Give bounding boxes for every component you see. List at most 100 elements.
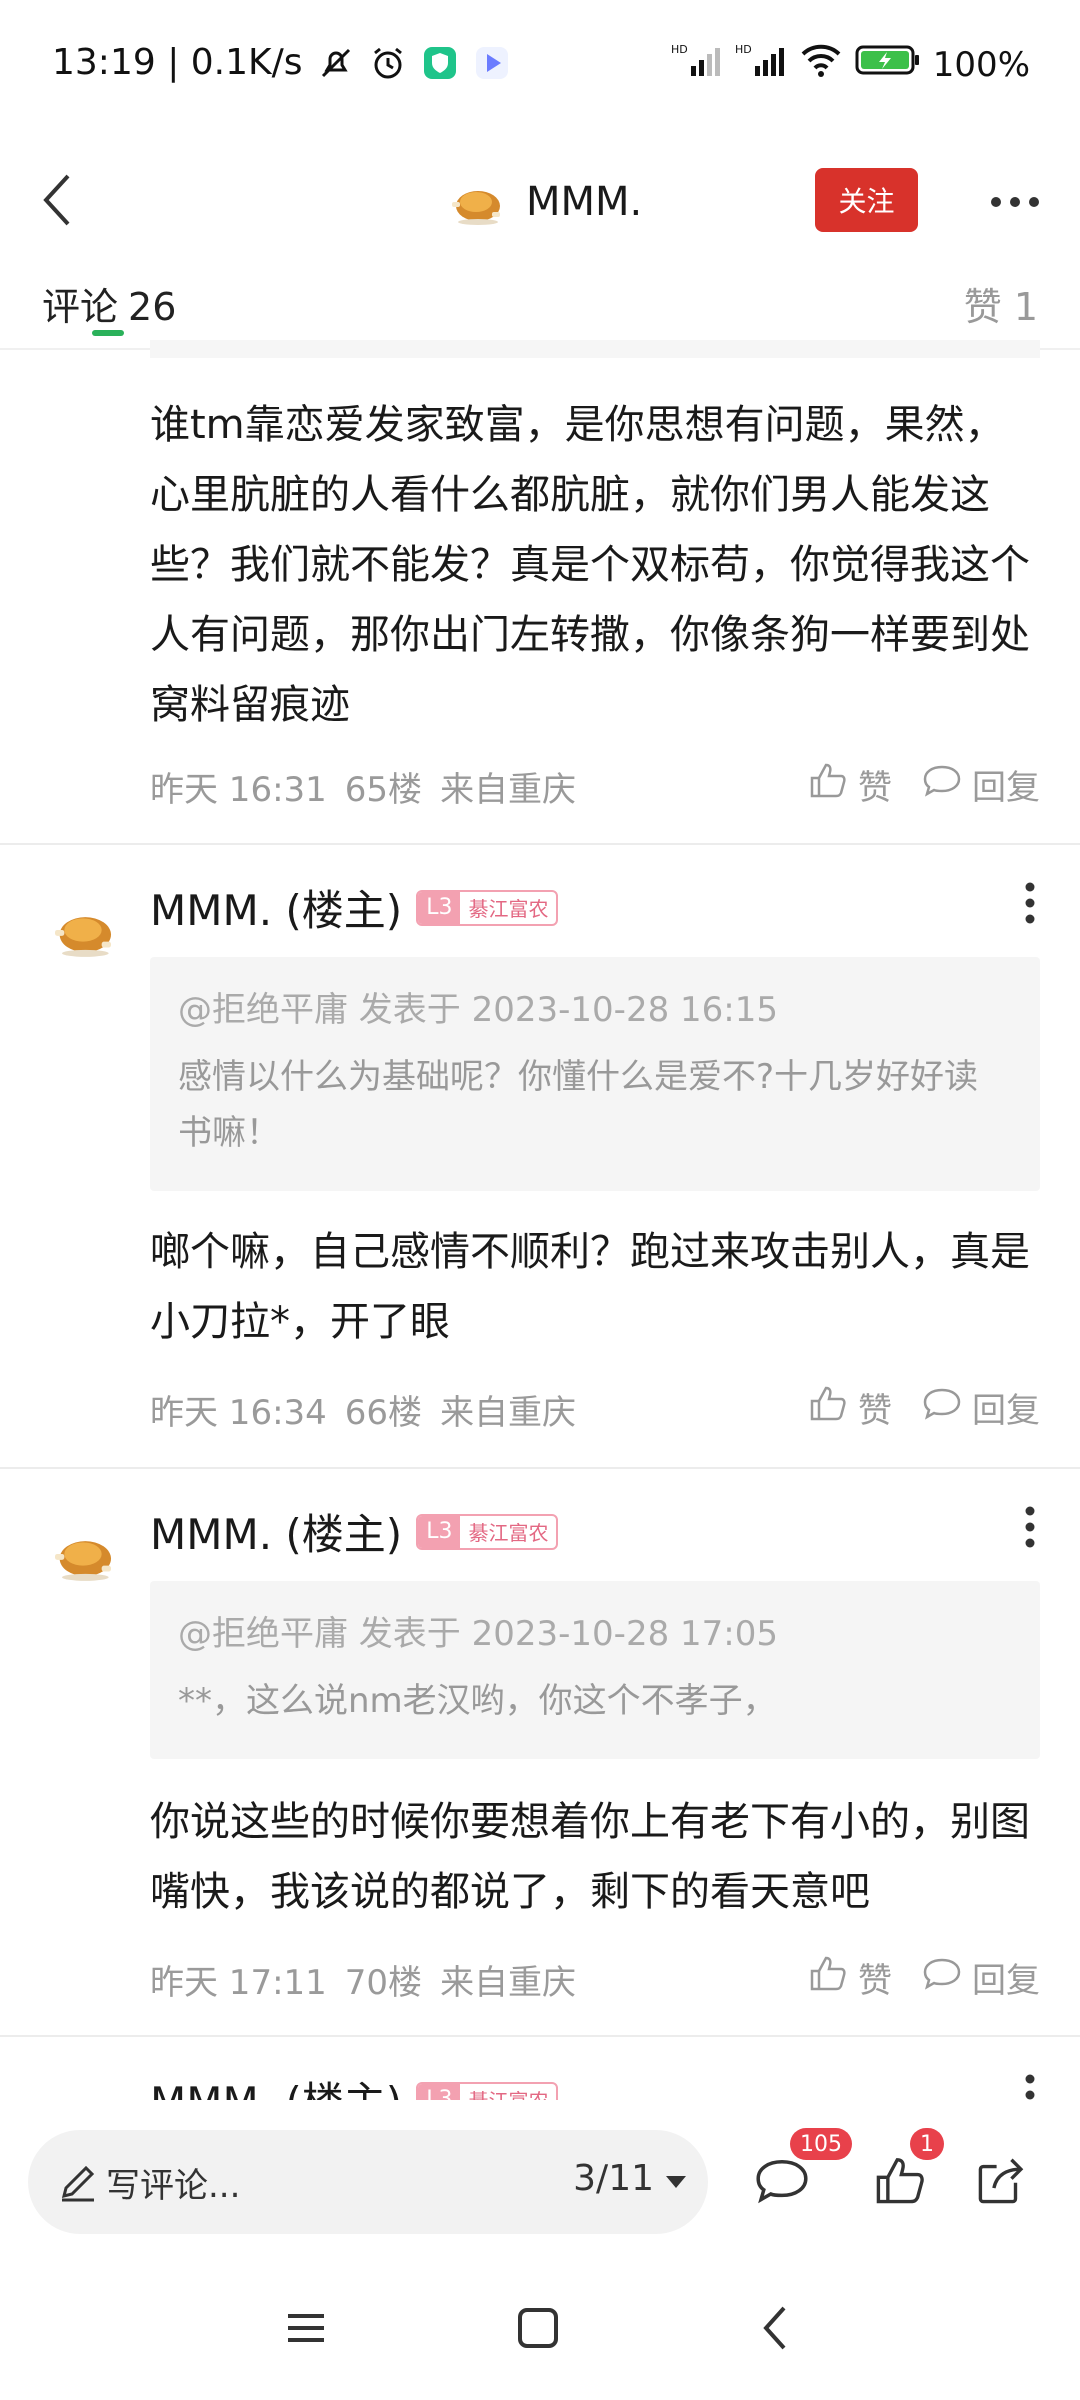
comments-button[interactable]: 105	[750, 2128, 852, 2214]
system-nav-bar	[0, 2260, 1080, 2400]
status-right: HD HD 100%	[671, 42, 1030, 87]
quote-meta: @拒绝平庸 发表于 2023-10-28 16:15	[178, 990, 778, 1030]
page-selector[interactable]: 3/11	[573, 2158, 688, 2199]
comment-more-button[interactable]	[1010, 2067, 1050, 2100]
commenter-name[interactable]: MMM. (楼主)	[150, 877, 402, 938]
share-icon	[975, 2153, 1029, 2211]
comment-time: 昨天 17:11	[150, 1963, 327, 2003]
more-options-button[interactable]	[980, 162, 1050, 242]
reply-button[interactable]: 回复	[922, 1383, 1040, 1432]
status-left: 13:19 | 0.1K/s	[52, 42, 511, 83]
like-post-button[interactable]: 1	[868, 2128, 944, 2214]
quote-meta: @拒绝平庸 发表于 2023-10-28 17:05	[178, 1614, 778, 1654]
avatar[interactable]	[48, 2087, 118, 2100]
comment-header: MMM. (楼主) L3 綦江富农	[150, 877, 559, 938]
comment-item: MMM. (楼主) L3 綦江富农 @拒绝平庸 发表于 2023-10-28 1…	[0, 845, 1080, 1465]
battery-percent: 100%	[932, 44, 1030, 85]
signal-2-icon: HD	[735, 42, 787, 87]
commenter-name[interactable]: MMM. (楼主)	[150, 1501, 402, 1562]
reply-label: 回复	[972, 768, 1040, 808]
comment-floor: 66楼	[344, 1393, 423, 1433]
commenter-name[interactable]: MMM. (楼主)	[150, 2069, 402, 2100]
reply-label: 回复	[972, 1391, 1040, 1431]
level-number: L3	[418, 1515, 461, 1548]
comment-body: 啷个嘛，自己感情不顺利？跑过来攻击别人，真是小刀拉*，开了眼	[150, 1229, 1030, 1345]
reply-label: 回复	[972, 1961, 1040, 2001]
comment-bubble-icon	[754, 2152, 810, 2212]
avatar[interactable]	[48, 1519, 118, 1589]
thumbs-up-icon	[808, 1953, 848, 2002]
thumbs-up-icon	[808, 760, 848, 809]
page-indicator: 3/11	[573, 2158, 654, 2199]
thumbs-up-icon	[873, 2153, 927, 2211]
system-back-button[interactable]	[734, 2290, 814, 2370]
comment-meta: 昨天 16:31 65楼 来自重庆	[150, 762, 576, 811]
like-button[interactable]: 赞	[808, 1383, 892, 1432]
shield-app-icon	[421, 44, 459, 82]
more-horizontal-icon	[990, 193, 1040, 212]
tab-bar: 评论 26 赞 1	[0, 272, 1080, 350]
comment-location: 来自重庆	[440, 1393, 577, 1433]
svg-text:HD: HD	[671, 43, 688, 56]
like-button[interactable]: 赞	[808, 760, 892, 809]
avatar[interactable]	[48, 895, 118, 965]
author-info[interactable]: MMM.	[446, 142, 642, 262]
level-badge: L3 綦江富农	[416, 1513, 559, 1550]
comment-count-badge: 105	[790, 2128, 852, 2160]
quoted-comment[interactable]: @拒绝平庸 发表于 2023-10-28 17:05 **，这么说nm老汉哟，你…	[150, 1581, 1040, 1759]
comment-body: 谁tm靠恋爱发家致富，是你思想有问题，果然，心里肮脏的人看什么都肮脏，就你们男人…	[150, 402, 1030, 728]
comment-floor: 65楼	[344, 770, 423, 810]
like-label: 赞	[858, 768, 892, 808]
tab-comments-label: 评论	[42, 285, 119, 329]
more-vertical-icon	[1024, 881, 1036, 929]
comment-header: MMM. (楼主) L3 綦江富农	[150, 2069, 559, 2100]
comment-actions: 赞 回复	[808, 760, 1040, 809]
more-vertical-icon	[1024, 2073, 1036, 2100]
back-button[interactable]	[16, 162, 96, 242]
bottom-action-bar: 写评论... 3/11 105 1	[0, 2100, 1080, 2260]
comment-more-button[interactable]	[1010, 875, 1050, 935]
comment-input-placeholder: 写评论...	[106, 2166, 241, 2206]
comment-meta: 昨天 16:34 66楼 来自重庆	[150, 1385, 576, 1434]
mute-icon	[317, 44, 355, 82]
quoted-comment[interactable]: @拒绝平庸 发表于 2023-10-28 16:15 感情以什么为基础呢？你懂什…	[150, 957, 1040, 1191]
avatar	[446, 172, 506, 232]
comment-input[interactable]: 写评论... 3/11	[28, 2130, 708, 2234]
follow-button[interactable]: 关注	[815, 168, 918, 232]
like-label: 赞	[858, 1391, 892, 1431]
tab-likes[interactable]: 赞 1	[964, 276, 1038, 331]
comment-location: 来自重庆	[440, 1963, 577, 2003]
author-name: MMM.	[526, 179, 643, 225]
like-count-badge: 1	[910, 2128, 944, 2160]
quote-text: 感情以什么为基础呢？你懂什么是爱不?十几岁好好读书嘛！	[178, 1057, 979, 1153]
level-badge: L3 綦江富农	[416, 889, 559, 926]
comment-actions: 赞 回复	[808, 1383, 1040, 1432]
quote-text: **，这么说nm老汉哟，你这个不孝子，	[178, 1681, 777, 1721]
level-tag: 綦江富农	[468, 1521, 549, 1545]
square-icon	[516, 2306, 560, 2354]
level-tag: 綦江富农	[468, 897, 549, 921]
tab-indicator	[92, 330, 124, 336]
comment-item: 谁tm靠恋爱发家致富，是你思想有问题，果然，心里肮脏的人看什么都肮脏，就你们男人…	[0, 360, 1080, 840]
tab-comments-count: 26	[128, 285, 177, 329]
comment-item: MMM. (楼主) L3 綦江富农	[0, 2037, 1080, 2100]
pencil-icon	[56, 2160, 100, 2204]
tab-comments[interactable]: 评论 26	[42, 276, 176, 331]
comment-more-button[interactable]	[1010, 1499, 1050, 1559]
home-button[interactable]	[498, 2290, 578, 2370]
menu-button[interactable]	[266, 2290, 346, 2370]
comment-time: 昨天 16:31	[150, 770, 327, 810]
share-button[interactable]	[970, 2150, 1034, 2214]
comment-header: MMM. (楼主) L3 綦江富农	[150, 1501, 559, 1562]
status-bar: 13:19 | 0.1K/s HD HD 100%	[0, 0, 1080, 132]
reply-button[interactable]: 回复	[922, 760, 1040, 809]
comment-location: 来自重庆	[440, 770, 577, 810]
menu-icon	[284, 2308, 328, 2352]
reply-button[interactable]: 回复	[922, 1953, 1040, 2002]
alarm-icon	[369, 44, 407, 82]
previous-quote-edge	[150, 340, 1040, 358]
battery-icon	[855, 43, 921, 86]
comment-floor: 70楼	[344, 1963, 423, 2003]
like-button[interactable]: 赞	[808, 1953, 892, 2002]
wifi-icon	[799, 42, 843, 87]
